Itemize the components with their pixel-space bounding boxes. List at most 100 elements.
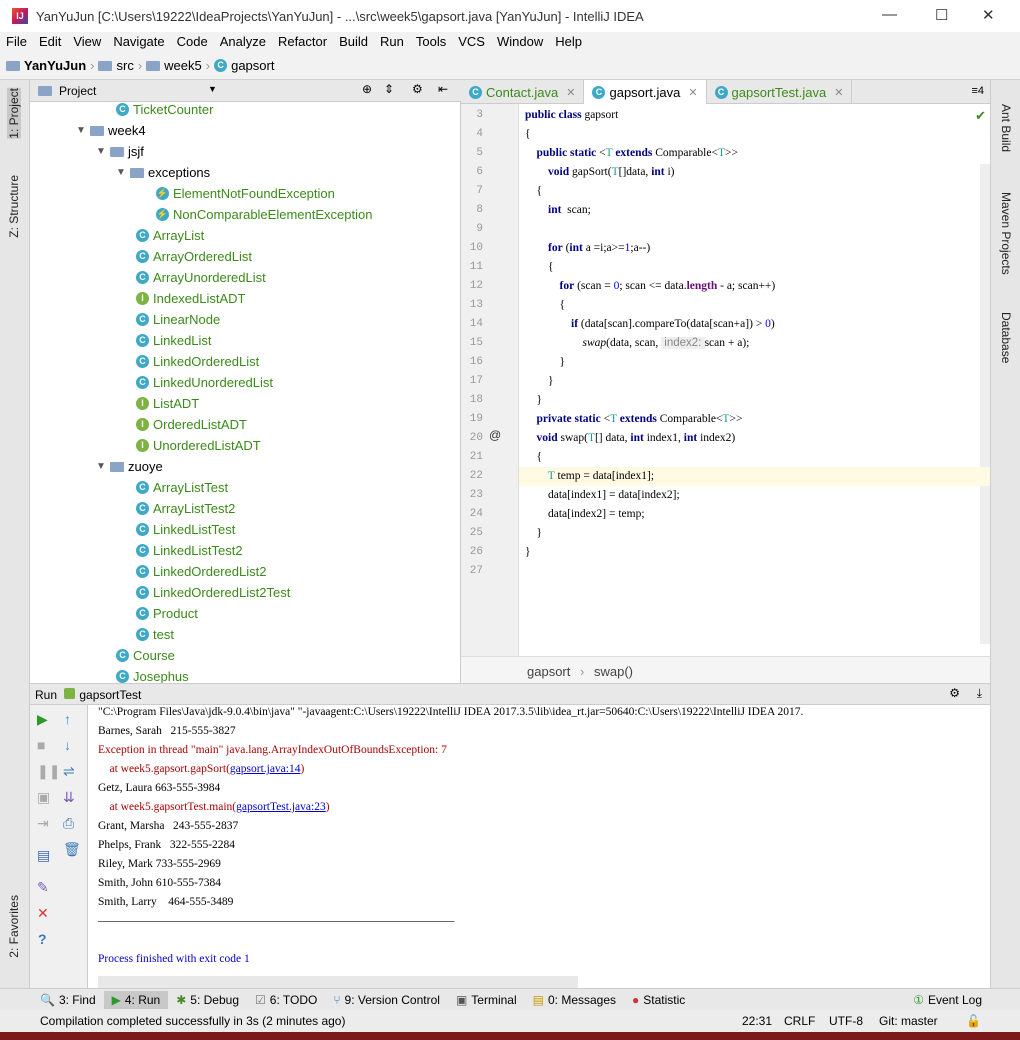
tree-item[interactable]: C ArrayUnorderedList — [136, 267, 266, 288]
tree-item[interactable]: C LinkedOrderedList — [136, 351, 259, 372]
tab-project[interactable]: 1: Project — [7, 88, 21, 139]
scroll-to-end-icon[interactable]: ⇊ — [63, 789, 75, 806]
menu-code[interactable]: Code — [171, 32, 214, 52]
caret-position[interactable]: 22:31 — [742, 1014, 772, 1028]
tree-item[interactable]: C Course — [116, 645, 175, 666]
tab-database[interactable]: Database — [999, 312, 1013, 363]
tree-item[interactable]: C LinearNode — [136, 309, 220, 330]
up-icon[interactable]: ↑ — [64, 711, 71, 727]
tree-item[interactable]: ▼ week4 — [76, 120, 146, 141]
down-icon[interactable]: ↓ — [64, 737, 71, 753]
breadcrumb-item[interactable]: week5 — [164, 58, 202, 73]
breadcrumb-item[interactable]: YanYuJun — [24, 58, 86, 73]
tree-item[interactable]: ▼ zuoye — [96, 456, 163, 477]
layout-icon[interactable]: ▤ — [37, 847, 50, 864]
line-separator[interactable]: CRLF — [784, 1014, 815, 1028]
help-icon[interactable]: ? — [38, 931, 47, 947]
tree-item[interactable]: C Product — [136, 603, 198, 624]
close-tab-icon[interactable]: ✕ — [688, 86, 697, 99]
tree-item[interactable]: ▼ jsjf — [96, 141, 144, 162]
tree-item[interactable]: C LinkedListTest2 — [136, 540, 243, 561]
maximize-button[interactable]: ☐ — [935, 6, 948, 24]
code-editor[interactable]: 3 4 5 6 7 8 9 10 11 12 13 14 15 16 17 18 19 20 21 22 23 24 25 2… — [461, 104, 990, 656]
menu-tools[interactable]: Tools — [410, 32, 452, 52]
pin-icon[interactable]: ✎ — [37, 879, 49, 896]
close-button[interactable]: ✕ — [982, 6, 995, 24]
tree-item[interactable]: C TicketCounter — [116, 102, 213, 120]
tree-item[interactable]: C ArrayListTest2 — [136, 498, 235, 519]
tree-item[interactable]: C LinkedUnorderedList — [136, 372, 273, 393]
editor-tab[interactable]: C Contact.java ✕ — [461, 80, 585, 104]
minimize-button[interactable]: — — [882, 6, 897, 23]
tabs-overflow[interactable]: ≡4 — [971, 85, 984, 97]
editor-scrollbar[interactable] — [980, 164, 990, 644]
menu-file[interactable]: File — [0, 32, 33, 52]
menu-edit[interactable]: Edit — [33, 32, 67, 52]
tool-window-messages[interactable]: ▤ 0: Messages — [525, 991, 624, 1009]
chevron-down-icon[interactable]: ▼ — [76, 125, 90, 136]
tree-item[interactable]: I OrderedListADT — [136, 414, 247, 435]
breadcrumb-item[interactable]: gapsort — [231, 58, 274, 73]
tree-item[interactable]: C LinkedOrderedList2Test — [136, 582, 290, 603]
tree-item[interactable]: Ctest — [136, 624, 174, 645]
tool-window-debug[interactable]: ✱ 5: Debug — [168, 991, 247, 1009]
dump-threads-icon[interactable]: ▣ — [37, 789, 50, 806]
crumb-method[interactable]: swap() — [594, 664, 633, 679]
tab-maven-projects[interactable]: Maven Projects — [999, 192, 1013, 275]
hide-icon[interactable]: ⤓ — [977, 686, 982, 701]
tab-structure[interactable]: Z: Structure — [7, 175, 21, 238]
gear-icon[interactable]: ⚙ — [949, 686, 960, 700]
tree-item[interactable]: ⚡ ElementNotFoundException — [156, 183, 335, 204]
tree-item[interactable]: C LinkedListTest — [136, 519, 235, 540]
tool-window-eventlog[interactable]: ① Event Log — [905, 991, 990, 1009]
print-icon[interactable]: ⎙ — [63, 815, 74, 832]
hide-icon[interactable]: ⇤ — [438, 82, 448, 96]
clear-all-icon[interactable]: 🗑 — [63, 841, 81, 858]
tool-window-statistic[interactable]: ● Statistic — [624, 991, 693, 1009]
editor-tab[interactable]: Cgapsort.java ✕ — [584, 80, 707, 104]
breadcrumb-item[interactable]: src — [116, 58, 133, 73]
close-tab-icon[interactable]: ✕ — [566, 86, 575, 99]
tree-item[interactable]: C Josephus — [116, 666, 189, 683]
tree-item[interactable]: C LinkedList — [136, 330, 212, 351]
editor-tab[interactable]: CgapsortTest.java ✕ — [707, 80, 853, 104]
pause-icon[interactable]: ❚❚ — [37, 763, 60, 780]
rerun-icon[interactable]: ▶ — [37, 711, 48, 728]
stop-icon[interactable]: ■ — [37, 737, 45, 753]
menu-run[interactable]: Run — [374, 32, 410, 52]
tab-ant-build[interactable]: Ant Build — [999, 104, 1013, 152]
tree-item[interactable]: C ArrayOrderedList — [136, 246, 252, 267]
tree-item[interactable]: I IndexedListADT — [136, 288, 246, 309]
tree-item[interactable]: I ListADT — [136, 393, 199, 414]
chevron-down-icon[interactable]: ▼ — [96, 461, 110, 472]
close-tab-icon[interactable]: ✕ — [834, 86, 843, 99]
file-encoding[interactable]: UTF-8 — [829, 1014, 863, 1028]
exit-icon[interactable]: ⇥ — [37, 815, 49, 832]
lock-icon[interactable]: 🔓 — [966, 1014, 981, 1028]
menu-analyze[interactable]: Analyze — [214, 32, 272, 52]
menu-window[interactable]: Window — [491, 32, 549, 52]
tree-item[interactable]: ▼ exceptions — [116, 162, 210, 183]
tool-window-find[interactable]: 🔍 3: Find — [32, 991, 104, 1009]
menu-navigate[interactable]: Navigate — [107, 32, 170, 52]
menu-help[interactable]: Help — [549, 32, 588, 52]
tool-window-terminal[interactable]: ▣ Terminal — [448, 991, 525, 1009]
menu-vcs[interactable]: VCS — [452, 32, 491, 52]
stacktrace-link[interactable]: gapsort.java:14 — [230, 763, 301, 775]
tree-item[interactable]: C ArrayList — [136, 225, 204, 246]
console-hscrollbar[interactable] — [98, 976, 578, 988]
run-tab[interactable]: gapsortTest — [79, 688, 141, 702]
menu-build[interactable]: Build — [333, 32, 374, 52]
scroll-from-source-icon[interactable]: ⊕ — [362, 82, 372, 96]
menu-refactor[interactable]: Refactor — [272, 32, 333, 52]
chevron-down-icon[interactable]: ▼ — [116, 167, 130, 178]
tree-item[interactable]: C LinkedOrderedList2 — [136, 561, 266, 582]
close-icon[interactable]: ✕ — [37, 905, 49, 922]
tool-window-run[interactable]: ▶ 4: Run — [103, 990, 169, 1009]
menu-view[interactable]: View — [67, 32, 107, 52]
tree-item[interactable]: I UnorderedListADT — [136, 435, 261, 456]
tab-favorites[interactable]: 2: Favorites — [7, 895, 21, 958]
gear-icon[interactable]: ⚙ — [412, 82, 423, 96]
tree-item[interactable]: ⚡ NonComparableElementException — [156, 204, 372, 225]
tree-item[interactable]: C ArrayListTest — [136, 477, 228, 498]
